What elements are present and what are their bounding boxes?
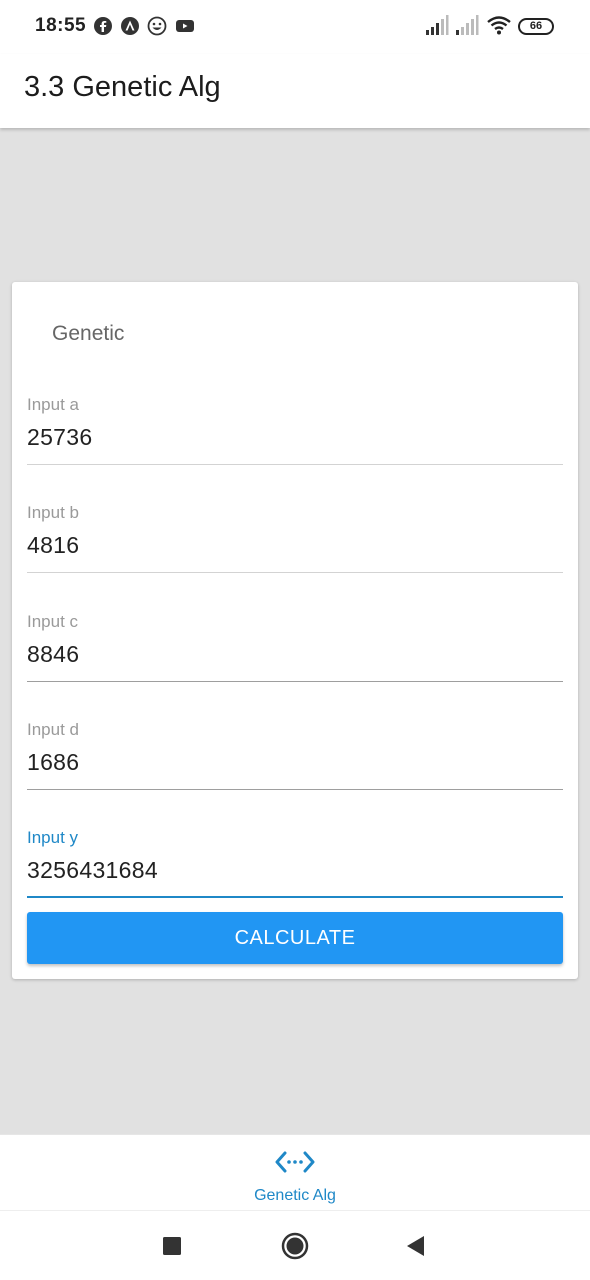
input-c-label: Input c bbox=[27, 612, 79, 631]
home-icon[interactable] bbox=[280, 1231, 310, 1261]
input-y-value[interactable]: 3256431684 bbox=[27, 857, 158, 884]
input-b-underline bbox=[27, 572, 563, 573]
card-title: Genetic bbox=[52, 322, 125, 345]
signal-icon bbox=[426, 15, 449, 35]
input-y-underline bbox=[27, 896, 563, 898]
code-arrows-icon bbox=[275, 1151, 315, 1173]
signal-icon bbox=[456, 15, 479, 35]
input-d-value[interactable]: 1686 bbox=[27, 749, 79, 776]
status-time: 18:55 bbox=[35, 15, 87, 36]
input-b-value[interactable]: 4816 bbox=[27, 532, 79, 559]
input-d-label: Input d bbox=[27, 720, 79, 739]
input-c-value[interactable]: 8846 bbox=[27, 641, 79, 668]
input-a-value[interactable]: 25736 bbox=[27, 424, 92, 451]
input-a-underline bbox=[27, 464, 563, 465]
arch-icon bbox=[121, 17, 139, 35]
wifi-icon bbox=[487, 16, 511, 35]
input-d-underline bbox=[27, 789, 563, 790]
back-icon[interactable] bbox=[401, 1231, 431, 1261]
facebook-icon bbox=[94, 17, 112, 35]
input-a-label: Input a bbox=[27, 395, 79, 414]
input-b-label: Input b bbox=[27, 503, 79, 522]
system-nav-bar bbox=[0, 1210, 590, 1280]
youtube-icon bbox=[176, 20, 194, 32]
emoji-icon bbox=[147, 16, 167, 36]
genetic-card: Genetic Input a 25736 Input b 4816 Input… bbox=[12, 282, 578, 979]
input-y-field[interactable]: Input y 3256431684 bbox=[27, 828, 563, 900]
input-c-field[interactable]: Input c 8846 bbox=[27, 612, 563, 684]
app-bar: 3.3 Genetic Alg bbox=[0, 54, 590, 128]
status-bar: 18:55 66 bbox=[0, 0, 590, 54]
input-y-label: Input y bbox=[27, 828, 79, 847]
recents-icon[interactable] bbox=[157, 1231, 187, 1261]
bottom-nav: Genetic Alg bbox=[0, 1134, 590, 1210]
nav-item-label: Genetic Alg bbox=[254, 1187, 336, 1204]
input-a-field[interactable]: Input a 25736 bbox=[27, 395, 563, 467]
input-d-field[interactable]: Input d 1686 bbox=[27, 720, 563, 792]
input-b-field[interactable]: Input b 4816 bbox=[27, 503, 563, 575]
calculate-button[interactable]: CALCULATE bbox=[27, 912, 563, 964]
page-title: 3.3 Genetic Alg bbox=[24, 71, 221, 103]
input-c-underline bbox=[27, 681, 563, 682]
battery-icon: 66 bbox=[518, 18, 554, 35]
nav-item-genetic-alg[interactable]: Genetic Alg bbox=[225, 1135, 365, 1211]
